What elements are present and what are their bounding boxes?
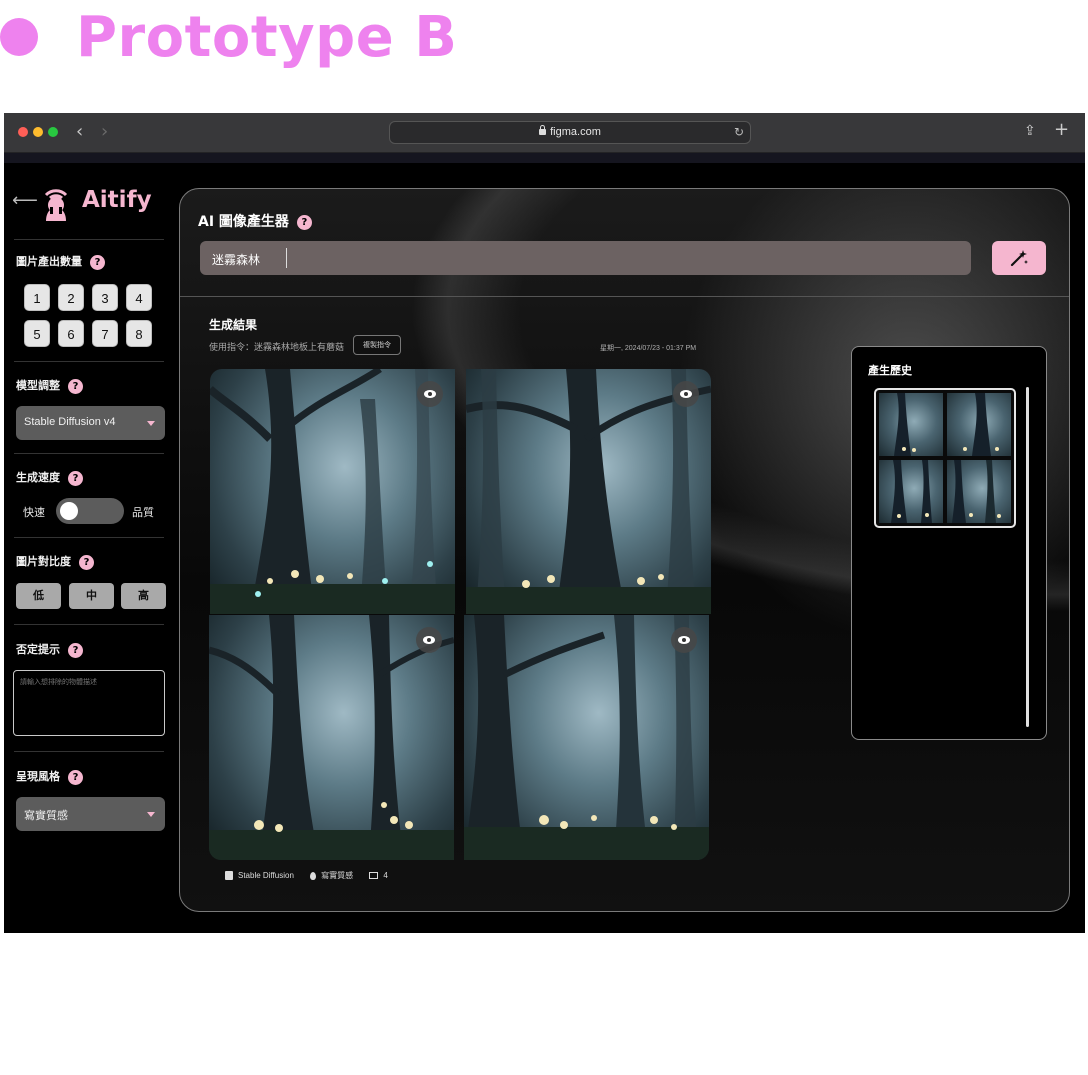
model-section-label: 模型調整? (16, 377, 83, 394)
image-count-icon (369, 872, 379, 880)
generator-title: AI 圖像產生器? (198, 211, 312, 231)
maximize-window-button[interactable] (48, 127, 58, 137)
generate-button[interactable] (992, 241, 1046, 275)
contrast-mid-button[interactable]: 中 (69, 583, 114, 609)
speed-section-label: 生成速度? (16, 469, 83, 486)
settings-sidebar: ⟵ Aitify 圖片產出數量? 1 2 3 4 5 6 7 8 模型調整? S… (4, 163, 176, 933)
count-section-label: 圖片產出數量? (16, 253, 105, 270)
address-bar[interactable]: figma.com ↻ (389, 121, 751, 144)
divider (14, 624, 164, 625)
help-icon[interactable]: ? (68, 378, 83, 394)
toggle-knob (60, 502, 78, 520)
eye-icon[interactable] (671, 627, 697, 653)
page-title: Prototype B (76, 5, 458, 70)
reload-icon[interactable]: ↻ (734, 125, 744, 139)
result-meta-row: Stable Diffusion 寫實質感 4 (225, 870, 402, 881)
style-select[interactable]: 寫實質感 (16, 797, 165, 831)
style-drop-icon (310, 871, 317, 880)
generator-panel: AI 圖像產生器? 迷霧森林 生成結果 使用指令：迷霧森林地板上有蘑菇 複製指令… (179, 188, 1070, 912)
panel-divider (180, 296, 1069, 297)
page-top-strip (4, 153, 1085, 163)
eye-icon[interactable] (417, 381, 443, 407)
history-scrollbar[interactable] (1026, 387, 1029, 727)
divider (14, 751, 164, 752)
help-icon[interactable]: ? (68, 769, 83, 785)
count-option-1[interactable]: 1 (24, 284, 50, 311)
eye-icon[interactable] (673, 381, 699, 407)
meta-style: 寫實質感 (321, 871, 354, 880)
help-icon[interactable]: ? (296, 214, 312, 230)
model-select-value: Stable Diffusion v4 (24, 416, 116, 428)
history-mini-image (947, 393, 1011, 456)
divider (14, 239, 164, 240)
divider (14, 453, 164, 454)
used-command-text: 使用指令：迷霧森林地板上有蘑菇 (209, 343, 345, 353)
speed-fast-label: 快速 (23, 506, 45, 519)
help-icon[interactable]: ? (90, 254, 105, 270)
contrast-low-button[interactable]: 低 (16, 583, 61, 609)
count-option-4[interactable]: 4 (126, 284, 152, 311)
back-arrow-icon[interactable]: ⟵ (12, 190, 38, 211)
negative-section-label: 否定提示? (16, 641, 83, 658)
style-section-label: 呈現風格? (16, 768, 83, 785)
meta-model: Stable Diffusion (238, 871, 294, 880)
generated-image-3[interactable] (209, 615, 454, 860)
meta-count: 4 (383, 871, 388, 880)
generated-image-2[interactable] (466, 369, 711, 614)
model-select[interactable]: Stable Diffusion v4 (16, 406, 165, 440)
magic-wand-icon (1010, 250, 1028, 267)
history-panel: 產生歷史 (851, 346, 1047, 740)
history-mini-image (947, 460, 1011, 523)
logo-icon (44, 189, 68, 221)
help-icon[interactable]: ? (68, 642, 83, 658)
contrast-high-button[interactable]: 高 (121, 583, 166, 609)
contrast-section-label: 圖片對比度? (16, 553, 94, 570)
timestamp: 星期一, 2024/07/23 - 01:37 PM (600, 345, 697, 352)
speed-toggle[interactable] (56, 498, 124, 524)
count-option-6[interactable]: 6 (58, 320, 84, 347)
prompt-input[interactable]: 迷霧森林 (212, 251, 952, 268)
model-icon (225, 871, 233, 881)
new-tab-plus-icon[interactable]: + (1054, 119, 1069, 140)
close-window-button[interactable] (18, 127, 28, 137)
style-select-value: 寫實質感 (24, 810, 68, 822)
text-cursor (286, 248, 287, 268)
count-option-3[interactable]: 3 (92, 284, 118, 311)
browser-window: ‹ › figma.com ↻ ⇪ + ⟵ Aitify 圖片產出數量? 1 2… (4, 113, 1085, 933)
back-nav-icon[interactable]: ‹ (76, 121, 83, 142)
count-option-5[interactable]: 5 (24, 320, 50, 347)
divider (14, 361, 164, 362)
logo-text: Aitify (82, 187, 152, 213)
help-icon[interactable]: ? (68, 470, 83, 486)
forward-nav-icon[interactable]: › (101, 121, 108, 142)
eye-icon[interactable] (416, 627, 442, 653)
copy-command-button[interactable]: 複製指令 (353, 335, 401, 355)
caret-down-icon (147, 421, 155, 426)
speed-quality-label: 品質 (132, 506, 154, 519)
negative-prompt-input[interactable] (13, 670, 165, 736)
count-option-2[interactable]: 2 (58, 284, 84, 311)
results-title: 生成結果 (209, 318, 258, 332)
history-title: 產生歷史 (868, 364, 912, 377)
lock-icon (539, 125, 547, 135)
generated-image-1[interactable] (210, 369, 455, 614)
browser-toolbar: ‹ › figma.com ↻ ⇪ + (4, 113, 1085, 153)
minimize-window-button[interactable] (33, 127, 43, 137)
heading-dot (0, 18, 38, 56)
url-text: figma.com (550, 126, 601, 138)
caret-down-icon (147, 812, 155, 817)
history-item[interactable] (874, 388, 1016, 528)
prompt-field[interactable]: 迷霧森林 (200, 241, 971, 275)
count-option-7[interactable]: 7 (92, 320, 118, 347)
generated-image-4[interactable] (464, 615, 709, 860)
divider (14, 537, 164, 538)
history-mini-image (879, 460, 943, 523)
count-option-8[interactable]: 8 (126, 320, 152, 347)
share-icon[interactable]: ⇪ (1024, 123, 1036, 139)
history-mini-image (879, 393, 943, 456)
help-icon[interactable]: ? (79, 554, 94, 570)
